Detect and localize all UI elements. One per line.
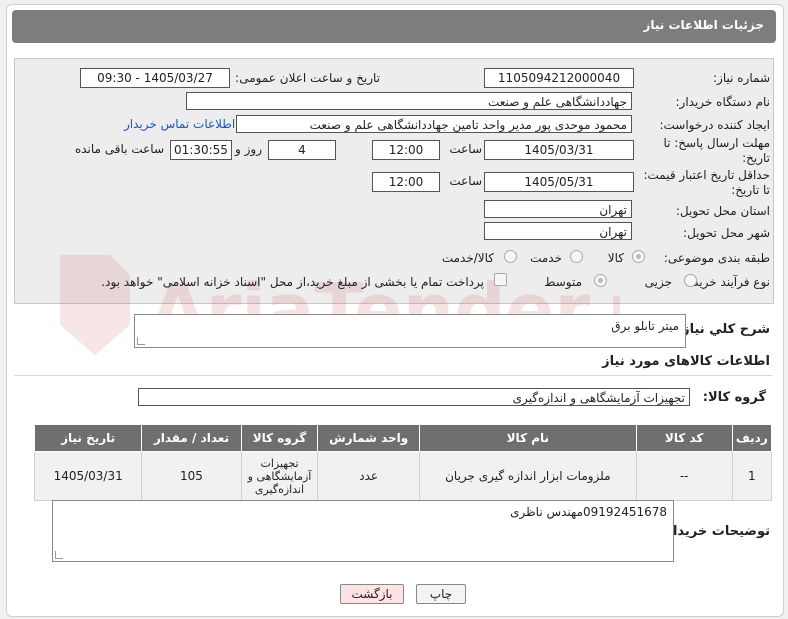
- reply-days-field: 4: [268, 140, 336, 160]
- description-text: میتر تابلو برق: [611, 319, 679, 333]
- cell-qty: 105: [141, 451, 242, 501]
- buyer-org-field: جهاددانشگاهی علم و صنعت: [186, 92, 632, 110]
- process-radio-medium[interactable]: [594, 274, 607, 287]
- process-option-medium: متوسط: [544, 275, 582, 289]
- category-radio-service[interactable]: [570, 250, 583, 263]
- reply-date-field: 1405/03/31: [484, 140, 634, 160]
- buyer-notes-label: توضیحات خریدار:: [660, 524, 770, 539]
- goods-group-label: گروه کالا:: [702, 390, 766, 405]
- section-divider: [14, 375, 772, 376]
- col-header-row: ردیف: [731, 424, 773, 452]
- province-label: استان محل تحویل:: [675, 204, 770, 218]
- reply-hour-label: ساعت: [449, 142, 482, 156]
- remaining-label: ساعت باقی مانده: [74, 142, 164, 156]
- back-button[interactable]: بازگشت: [340, 584, 404, 604]
- col-header-date: تاریخ نیاز: [33, 424, 143, 452]
- col-header-code: کد کالا: [635, 424, 733, 452]
- category-radio-goods-service[interactable]: [504, 250, 517, 263]
- announce-datetime-field: 1405/03/27 - 09:30: [80, 68, 230, 88]
- remaining-time-field: 01:30:55: [170, 140, 232, 160]
- cell-name: ملزومات ابزار اندازه گیری جریان: [418, 451, 637, 501]
- requester-field: محمود موحدی پور مدیر واحد تامین جهاددانش…: [236, 115, 632, 133]
- category-option-goods: کالا: [607, 251, 624, 265]
- treasury-payment-checkbox[interactable]: [494, 273, 507, 286]
- province-field: تهران: [484, 200, 632, 218]
- buyer-notes-textarea: 09192451678مهندس ناظری: [52, 500, 674, 562]
- col-header-name: نام کالا: [418, 424, 637, 452]
- table-row: 1 -- ملزومات ابزار اندازه گیری جریان عدد…: [33, 451, 773, 501]
- cell-unit: عدد: [317, 451, 420, 501]
- process-type-label: نوع فرآیند خرید :: [685, 275, 770, 289]
- col-header-qty: تعداد / مقدار: [141, 424, 242, 452]
- city-label: شهر محل تحویل:: [683, 226, 770, 240]
- description-textarea: میتر تابلو برق: [134, 314, 686, 348]
- print-button[interactable]: چاپ: [416, 584, 466, 604]
- goods-table: ردیف کد کالا نام کالا واحد شمارش گروه کا…: [33, 424, 773, 501]
- goods-info-title: اطلاعات کالاهای مورد نیاز: [602, 354, 770, 369]
- price-hour-label: ساعت: [449, 174, 482, 188]
- goods-group-field: تجهیزات آزمایشگاهی و اندازه‌گیری: [138, 388, 690, 406]
- process-radio-minor[interactable]: [684, 274, 697, 287]
- reply-time-field: 12:00: [372, 140, 440, 160]
- cell-date: 1405/03/31: [33, 451, 143, 501]
- contact-buyer-link[interactable]: اطلاعات تماس خریدار: [124, 117, 235, 131]
- table-header-row: ردیف کد کالا نام کالا واحد شمارش گروه کا…: [33, 424, 773, 452]
- cell-code: --: [635, 451, 733, 501]
- price-time-field: 12:00: [372, 172, 440, 192]
- need-number-field: 1105094212000040: [484, 68, 634, 88]
- resize-grip-icon[interactable]: [55, 551, 63, 559]
- description-label: شرح کلي نياز:: [676, 322, 770, 337]
- page-title: جزئیات اطلاعات نیاز: [643, 18, 764, 32]
- resize-grip-icon[interactable]: [137, 337, 145, 345]
- need-number-label: شماره نیاز:: [713, 71, 770, 85]
- reply-deadline-label: مهلت ارسال پاسخ: تا تاریخ:: [663, 136, 770, 165]
- col-header-unit: واحد شمارش: [317, 424, 420, 452]
- buyer-notes-text: 09192451678مهندس ناظری: [510, 505, 667, 519]
- day-and-label: روز و: [235, 142, 262, 156]
- page-header: جزئیات اطلاعات نیاز: [12, 10, 776, 43]
- price-validity-label: حداقل تاریخ اعتبار قیمت: تا تاریخ:: [643, 168, 770, 197]
- announce-datetime-label: تاریخ و ساعت اعلان عمومی:: [235, 71, 380, 85]
- col-header-group: گروه کالا: [240, 424, 319, 452]
- category-label: طبقه بندی موضوعی:: [663, 251, 770, 265]
- category-radio-goods[interactable]: [632, 250, 645, 263]
- cell-row-number: 1: [731, 451, 773, 501]
- category-option-service: خدمت: [530, 251, 562, 265]
- price-date-field: 1405/05/31: [484, 172, 634, 192]
- city-field: تهران: [484, 222, 632, 240]
- cell-group: تجهیزات آزمایشگاهی و اندازه‌گیری: [240, 451, 319, 501]
- treasury-payment-note: پرداخت تمام یا بخشی از مبلغ خرید،از محل …: [101, 275, 484, 289]
- requester-label: ایجاد کننده درخواست:: [659, 118, 770, 132]
- process-option-minor: جزیی: [644, 275, 672, 289]
- category-option-goods-service: کالا/خدمت: [441, 251, 494, 265]
- buyer-org-label: نام دستگاه خریدار:: [675, 95, 771, 109]
